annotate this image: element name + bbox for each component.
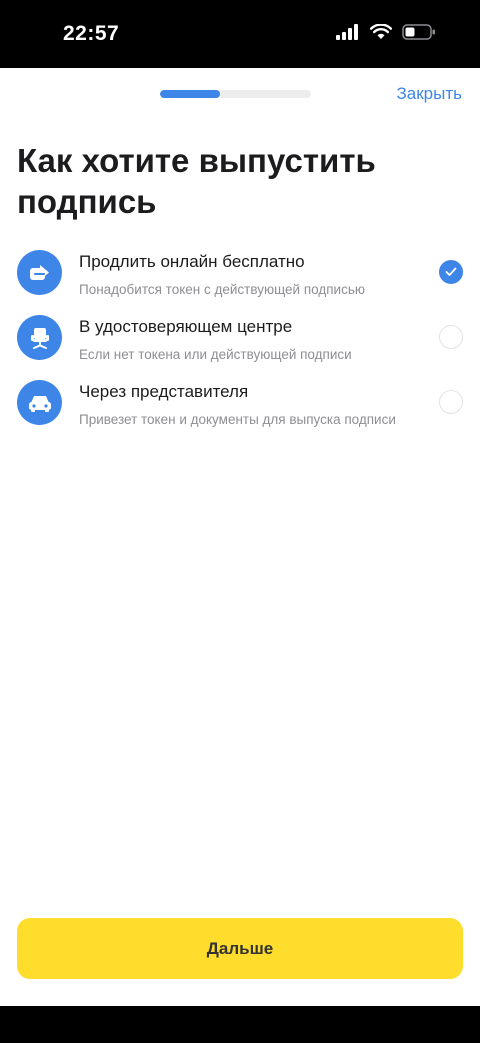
option-title: Продлить онлайн бесплатно xyxy=(79,252,305,271)
option-subtitle: Если нет токена или действующей подписи xyxy=(79,347,352,362)
option-title: Через представителя xyxy=(79,382,249,401)
radio-unselected[interactable] xyxy=(439,390,463,414)
close-button[interactable]: Закрыть xyxy=(397,84,462,104)
cellular-signal-icon xyxy=(336,24,358,40)
progress-fill xyxy=(160,90,221,98)
radio-unselected[interactable] xyxy=(439,325,463,349)
option-certification-center[interactable]: В удостоверяющем центре Если нет токена … xyxy=(0,315,480,380)
wifi-icon xyxy=(370,24,392,39)
checkmark-icon xyxy=(445,267,457,276)
option-title: В удостоверяющем центре xyxy=(79,317,293,336)
office-chair-icon xyxy=(17,315,62,360)
option-subtitle: Понадобится токен с действующей подписью xyxy=(79,282,366,297)
battery-icon xyxy=(402,24,435,40)
option-representative[interactable]: Через представителя Привезет токен и док… xyxy=(0,380,480,470)
option-renew-online[interactable]: Продлить онлайн бесплатно Понадобится то… xyxy=(0,250,480,315)
car-icon xyxy=(17,380,62,425)
page-title: Как хотите выпустить подпись xyxy=(17,142,376,220)
arrow-share-icon xyxy=(17,250,62,295)
status-time: 22:57 xyxy=(63,22,120,45)
status-bar: 22:57 xyxy=(0,0,480,68)
radio-selected[interactable] xyxy=(439,260,463,284)
screen: 22:57 Закрыть Как хотите выпустить подпи… xyxy=(0,0,480,1043)
options-list: Продлить онлайн бесплатно Понадобится то… xyxy=(0,250,480,470)
sheet: Закрыть Как хотите выпустить подпись Про… xyxy=(0,68,480,1006)
status-icons xyxy=(336,24,436,40)
progress-bar xyxy=(160,90,311,98)
bottom-bar xyxy=(0,1006,480,1043)
option-subtitle: Привезет токен и документы для выпуска п… xyxy=(79,412,396,427)
next-button[interactable]: Дальше xyxy=(17,918,463,979)
